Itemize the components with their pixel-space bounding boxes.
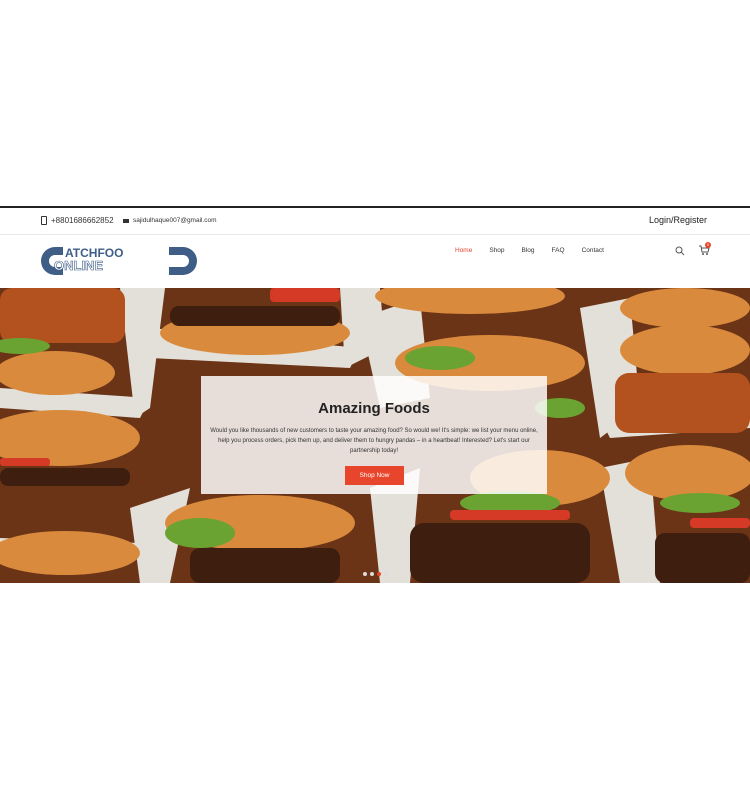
- site-header: ATCHFOO ONLINE Home Shop Blog FAQ Contac…: [0, 235, 750, 287]
- login-register-link[interactable]: Login/Register: [649, 215, 707, 225]
- slider-dot[interactable]: [363, 572, 367, 576]
- slider-dot[interactable]: [370, 572, 374, 576]
- hero-caption-box: Amazing Foods Would you like thousands o…: [201, 376, 547, 494]
- slider-dot-active[interactable]: [377, 572, 381, 576]
- logo-line2: ONLINE: [54, 258, 103, 273]
- nav-shop[interactable]: Shop: [489, 247, 504, 254]
- phone-icon: [41, 216, 47, 225]
- email-address: sajidulhaque007@gmail.com: [133, 217, 217, 224]
- website-frame: +8801686662852 sajidulhaque007@gmail.com…: [0, 206, 750, 583]
- hero-slider: Amazing Foods Would you like thousands o…: [0, 288, 750, 583]
- search-icon[interactable]: [675, 246, 685, 256]
- mail-icon: [123, 218, 129, 223]
- nav-contact[interactable]: Contact: [582, 247, 604, 254]
- cart-count-badge: 0: [705, 242, 711, 248]
- hero-description: Would you like thousands of new customer…: [210, 428, 538, 454]
- hero-title: Amazing Foods: [318, 400, 430, 417]
- phone-contact: +8801686662852: [41, 216, 114, 225]
- slider-dots: [363, 572, 388, 576]
- nav-home[interactable]: Home: [455, 247, 472, 254]
- main-nav: Home Shop Blog FAQ Contact: [455, 247, 621, 254]
- phone-number: +8801686662852: [51, 216, 114, 225]
- top-bar: +8801686662852 sajidulhaque007@gmail.com…: [0, 208, 750, 235]
- slider-dot[interactable]: [384, 572, 388, 576]
- nav-blog[interactable]: Blog: [522, 247, 535, 254]
- email-contact: sajidulhaque007@gmail.com: [123, 217, 217, 224]
- shop-now-button[interactable]: Shop Now: [345, 466, 404, 485]
- nav-faq[interactable]: FAQ: [552, 247, 565, 254]
- site-logo[interactable]: ATCHFOO ONLINE: [41, 243, 201, 279]
